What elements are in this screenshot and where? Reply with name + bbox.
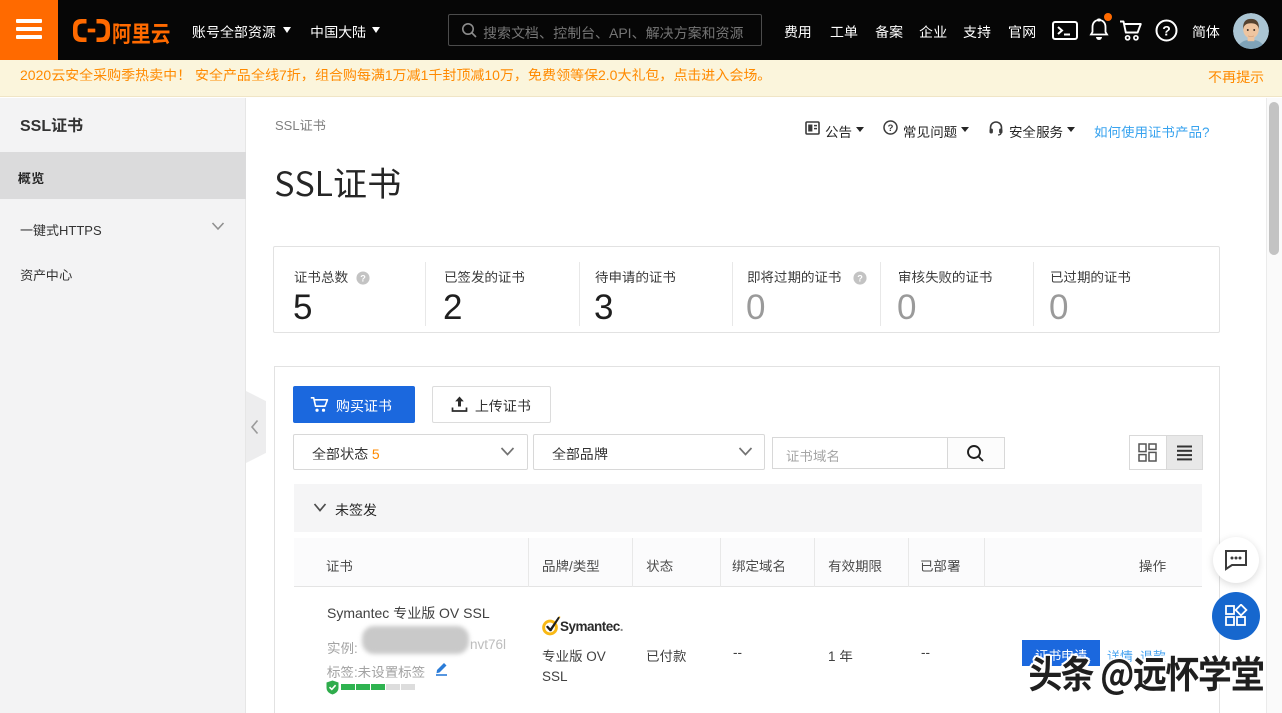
svg-text:?: ? (1162, 23, 1171, 39)
svg-text:?: ? (360, 274, 366, 284)
svg-text:?: ? (857, 274, 863, 284)
svg-text:?: ? (888, 123, 894, 134)
